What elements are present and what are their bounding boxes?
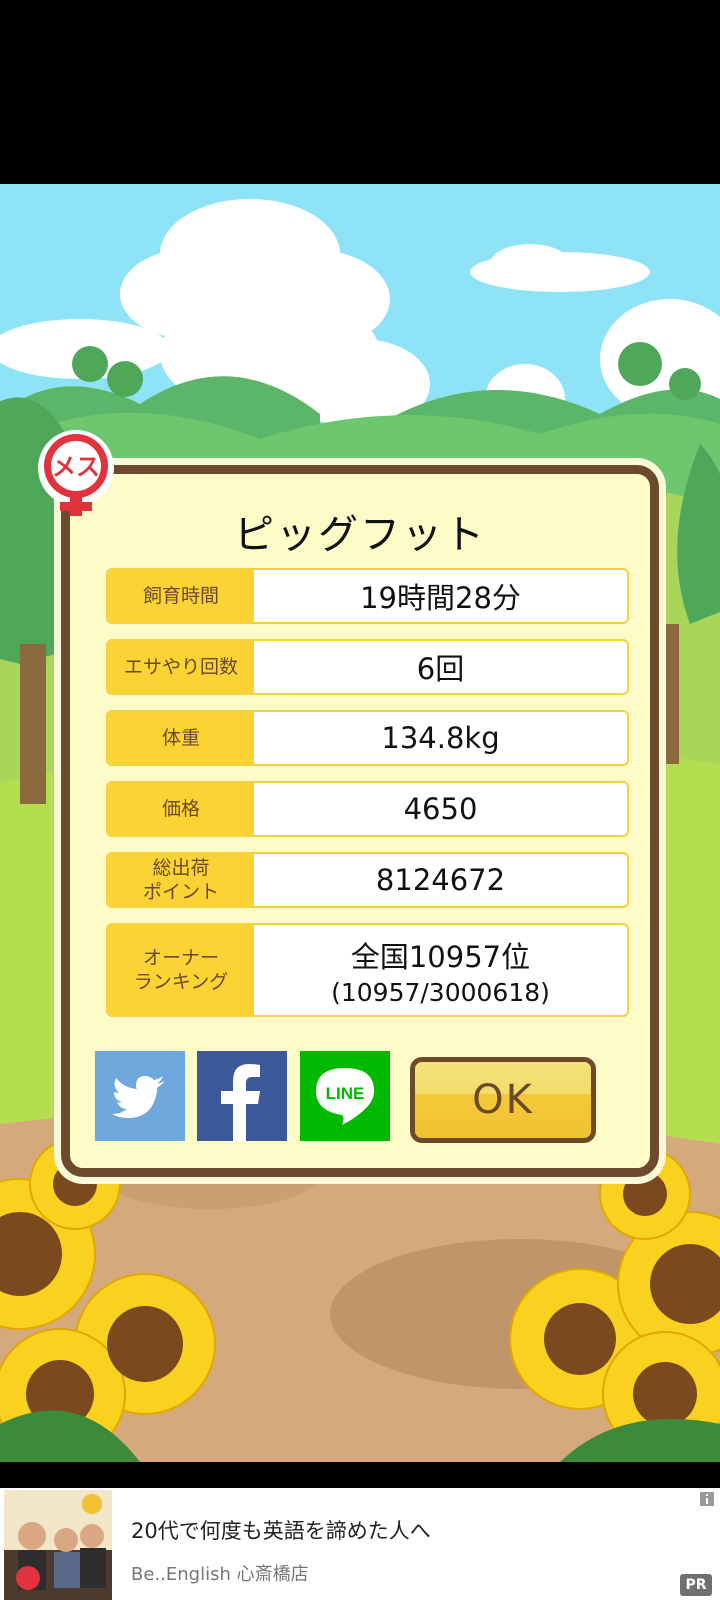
stat-value: 全国10957位 (10957/3000618)	[254, 925, 627, 1015]
ranking-text: 全国10957位	[350, 939, 531, 974]
ad-thumbnail-image	[4, 1490, 112, 1600]
stat-label: 価格	[108, 783, 254, 835]
info-icon[interactable]	[700, 1492, 714, 1506]
stat-row-total-shipping-points: 総出荷 ポイント 8124672	[106, 852, 629, 908]
stat-row-feeding-count: エサやり回数 6回	[106, 639, 629, 695]
stat-value: 4650	[254, 783, 627, 835]
stat-value: 134.8kg	[254, 712, 627, 764]
stat-value: 8124672	[254, 854, 627, 906]
ranking-detail-text: (10957/3000618)	[331, 977, 550, 1007]
facebook-f-icon	[221, 1064, 260, 1141]
stat-value-text: 4650	[403, 792, 478, 826]
female-badge-label: メス	[52, 453, 100, 481]
stat-row-price: 価格 4650	[106, 781, 629, 837]
stat-label: エサやり回数	[108, 641, 254, 693]
game-screen: ピッグフット 飼育時間 19時間28分 エサやり回数 6回 体重 134.8kg…	[0, 0, 720, 1600]
ok-button[interactable]: OK	[410, 1057, 596, 1143]
stat-row-raising-time: 飼育時間 19時間28分	[106, 568, 629, 624]
stat-label: 飼育時間	[108, 570, 254, 622]
twitter-bird-icon	[112, 1076, 165, 1118]
facebook-share-button[interactable]	[197, 1051, 287, 1141]
ad-banner[interactable]: 20代で何度も英語を諦めた人へ Be..English 心斎橋店 PR	[0, 1488, 720, 1600]
stat-value: 19時間28分	[254, 570, 627, 622]
line-logo-icon: LINE	[316, 1068, 374, 1125]
stat-label: 体重	[108, 712, 254, 764]
stat-label: 総出荷 ポイント	[108, 854, 254, 906]
line-label: LINE	[326, 1084, 365, 1103]
twitter-share-button[interactable]	[95, 1051, 185, 1141]
line-share-button[interactable]: LINE	[300, 1051, 390, 1141]
stat-value-text: 8124672	[375, 863, 506, 897]
ad-title[interactable]: 20代で何度も英語を諦めた人へ	[131, 1515, 431, 1545]
stat-value: 6回	[254, 641, 627, 693]
stat-value-text: 6回	[416, 652, 465, 686]
stat-value-text: 19時間28分	[360, 581, 521, 615]
pig-result-dialog: ピッグフット 飼育時間 19時間28分 エサやり回数 6回 体重 134.8kg…	[61, 465, 659, 1177]
stat-row-owner-ranking: オーナー ランキング 全国10957位 (10957/3000618)	[106, 923, 629, 1017]
stat-label: オーナー ランキング	[108, 925, 254, 1015]
stat-value-text: 134.8kg	[381, 721, 500, 755]
ad-pr-badge: PR	[680, 1574, 712, 1596]
pig-name-title: ピッグフット	[234, 512, 486, 558]
female-symbol-icon: メス	[38, 430, 114, 516]
stat-row-weight: 体重 134.8kg	[106, 710, 629, 766]
ad-sponsor: Be..English 心斎橋店	[131, 1564, 309, 1585]
